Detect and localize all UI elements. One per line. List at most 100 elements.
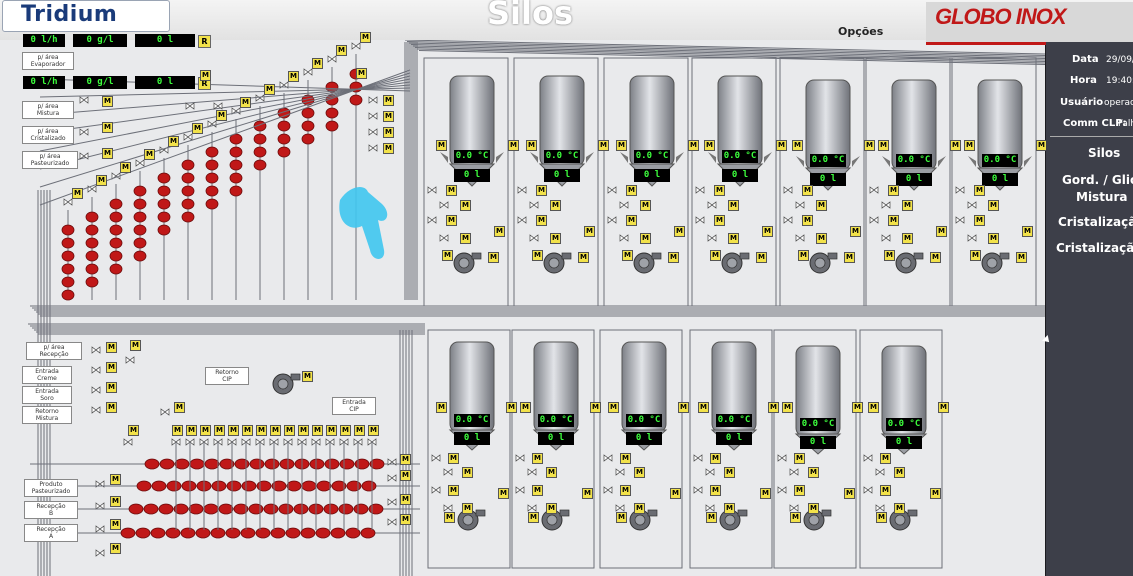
motor-button[interactable]: M bbox=[498, 488, 509, 499]
motor-button[interactable]: M bbox=[106, 342, 117, 353]
motor-button[interactable]: M bbox=[192, 123, 203, 134]
motor-button[interactable]: M bbox=[902, 200, 913, 211]
motor-button[interactable]: M bbox=[616, 140, 627, 151]
motor-button[interactable]: M bbox=[383, 111, 394, 122]
motor-button[interactable]: M bbox=[298, 425, 309, 436]
motor-button[interactable]: M bbox=[400, 514, 411, 525]
motor-button[interactable]: M bbox=[446, 215, 457, 226]
motor-button[interactable]: M bbox=[216, 110, 227, 121]
menu-mixing[interactable]: Mistura bbox=[1076, 190, 1128, 204]
motor-button[interactable]: M bbox=[970, 250, 981, 261]
motor-button[interactable]: M bbox=[264, 84, 275, 95]
motor-button[interactable]: M bbox=[240, 97, 251, 108]
motor-button[interactable]: M bbox=[864, 140, 875, 151]
motor-button[interactable]: M bbox=[626, 185, 637, 196]
motor-button[interactable]: M bbox=[880, 453, 891, 464]
motor-button[interactable]: M bbox=[72, 188, 83, 199]
motor-button[interactable]: M bbox=[508, 140, 519, 151]
motor-button[interactable]: M bbox=[808, 503, 819, 514]
motor-button[interactable]: M bbox=[520, 402, 531, 413]
motor-button[interactable]: M bbox=[578, 252, 589, 263]
motor-button[interactable]: M bbox=[214, 425, 225, 436]
motor-button[interactable]: M bbox=[186, 425, 197, 436]
motor-button[interactable]: M bbox=[546, 467, 557, 478]
motor-button[interactable]: M bbox=[436, 402, 447, 413]
motor-button[interactable]: M bbox=[312, 425, 323, 436]
motor-button[interactable]: M bbox=[1022, 226, 1033, 237]
motor-button[interactable]: M bbox=[728, 200, 739, 211]
motor-button[interactable]: M bbox=[974, 185, 985, 196]
motor-button[interactable]: M bbox=[546, 503, 557, 514]
motor-button[interactable]: M bbox=[808, 467, 819, 478]
motor-button[interactable]: M bbox=[710, 485, 721, 496]
motor-button[interactable]: M bbox=[670, 488, 681, 499]
motor-button[interactable]: M bbox=[488, 252, 499, 263]
motor-button[interactable]: M bbox=[200, 70, 211, 81]
motor-button[interactable]: M bbox=[110, 496, 121, 507]
motor-button[interactable]: M bbox=[460, 233, 471, 244]
motor-button[interactable]: M bbox=[698, 402, 709, 413]
motor-button[interactable]: M bbox=[902, 233, 913, 244]
motor-button[interactable]: M bbox=[598, 140, 609, 151]
motor-button[interactable]: M bbox=[760, 488, 771, 499]
motor-button[interactable]: M bbox=[302, 371, 313, 382]
menu-fat-glycerin[interactable]: Gord. / Glic bbox=[1062, 173, 1133, 187]
motor-button[interactable]: M bbox=[850, 226, 861, 237]
motor-button[interactable]: M bbox=[634, 503, 645, 514]
motor-button[interactable]: M bbox=[938, 402, 949, 413]
motor-button[interactable]: M bbox=[608, 402, 619, 413]
motor-button[interactable]: M bbox=[550, 233, 561, 244]
motor-button[interactable]: M bbox=[816, 200, 827, 211]
motor-button[interactable]: M bbox=[448, 485, 459, 496]
motor-button[interactable]: M bbox=[714, 185, 725, 196]
motor-button[interactable]: M bbox=[964, 140, 975, 151]
motor-button[interactable]: M bbox=[110, 519, 121, 530]
motor-button[interactable]: M bbox=[528, 512, 539, 523]
motor-button[interactable]: M bbox=[383, 95, 394, 106]
motor-button[interactable]: M bbox=[988, 233, 999, 244]
motor-button[interactable]: M bbox=[102, 122, 113, 133]
motor-button[interactable]: M bbox=[930, 488, 941, 499]
motor-button[interactable]: M bbox=[326, 425, 337, 436]
motor-button[interactable]: M bbox=[714, 215, 725, 226]
motor-button[interactable]: M bbox=[622, 250, 633, 261]
motor-button[interactable]: M bbox=[284, 425, 295, 436]
motor-button[interactable]: M bbox=[506, 402, 517, 413]
motor-button[interactable]: M bbox=[620, 485, 631, 496]
motor-button[interactable]: M bbox=[852, 402, 863, 413]
motor-button[interactable]: M bbox=[228, 425, 239, 436]
motor-button[interactable]: M bbox=[710, 453, 721, 464]
motor-button[interactable]: M bbox=[526, 140, 537, 151]
motor-button[interactable]: M bbox=[102, 96, 113, 107]
motor-button[interactable]: M bbox=[710, 250, 721, 261]
motor-button[interactable]: M bbox=[584, 226, 595, 237]
menu-crystallization-2[interactable]: Cristalizaçã bbox=[1056, 241, 1133, 255]
motor-button[interactable]: M bbox=[620, 453, 631, 464]
motor-button[interactable]: M bbox=[844, 252, 855, 263]
motor-button[interactable]: M bbox=[110, 474, 121, 485]
motor-button[interactable]: M bbox=[802, 185, 813, 196]
options-menu[interactable]: Opções bbox=[838, 25, 883, 38]
motor-button[interactable]: M bbox=[460, 200, 471, 211]
motor-button[interactable]: M bbox=[974, 215, 985, 226]
motor-button[interactable]: M bbox=[340, 425, 351, 436]
motor-button[interactable]: M bbox=[794, 485, 805, 496]
motor-button[interactable]: M bbox=[798, 250, 809, 261]
motor-button[interactable]: M bbox=[678, 402, 689, 413]
motor-button[interactable]: M bbox=[436, 140, 447, 151]
motor-button[interactable]: M bbox=[936, 226, 947, 237]
motor-button[interactable]: M bbox=[792, 140, 803, 151]
motor-button[interactable]: M bbox=[532, 250, 543, 261]
motor-button[interactable]: M bbox=[550, 200, 561, 211]
motor-button[interactable]: M bbox=[880, 485, 891, 496]
motor-button[interactable]: M bbox=[876, 512, 887, 523]
motor-button[interactable]: M bbox=[640, 233, 651, 244]
motor-button[interactable]: M bbox=[288, 71, 299, 82]
motor-button[interactable]: M bbox=[884, 250, 895, 261]
motor-button[interactable]: M bbox=[950, 140, 961, 151]
motor-button[interactable]: M bbox=[174, 402, 185, 413]
motor-button[interactable]: M bbox=[446, 185, 457, 196]
motor-button[interactable]: M bbox=[462, 503, 473, 514]
motor-button[interactable]: M bbox=[868, 402, 879, 413]
motor-button[interactable]: M bbox=[356, 68, 367, 79]
